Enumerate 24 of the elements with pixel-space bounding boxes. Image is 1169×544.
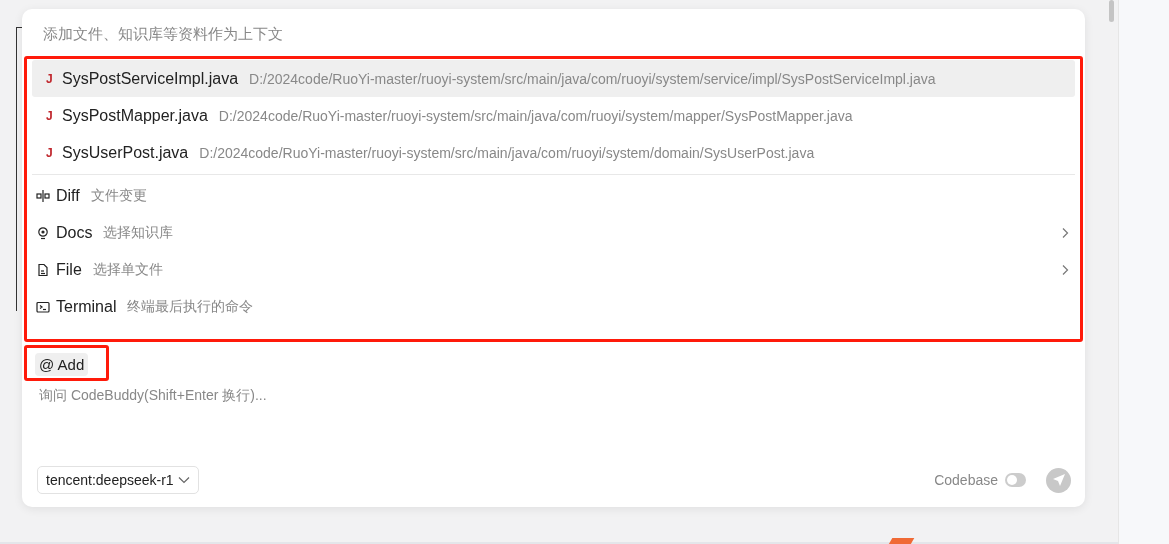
file-icon xyxy=(36,262,50,277)
caret-icon xyxy=(177,476,190,484)
command-item[interactable]: File 选择单文件 xyxy=(32,251,1075,288)
add-context-button[interactable]: @ Add xyxy=(35,353,89,376)
file-item[interactable]: J SysPostServiceImpl.java D:/2024code/RuoYi-master/ruoyi-system/src/main/java/com/ruoyi/system/service/impl/SysPostServiceImpl.java xyxy=(32,60,1075,97)
scrollbar-thumb[interactable] xyxy=(1109,0,1114,22)
codebase-toggle[interactable] xyxy=(1005,473,1026,487)
command-item[interactable]: Diff 文件变更 xyxy=(32,177,1075,214)
file-item[interactable]: J SysUserPost.java D:/2024code/RuoYi-master/ruoyi-system/src/main/java/com/ruoyi/system/domain/SysUserPost.java xyxy=(32,134,1075,171)
diff-icon xyxy=(36,188,50,203)
input-field[interactable]: 询问 CodeBuddy(Shift+Enter 换行)... xyxy=(39,387,1071,403)
command-item[interactable]: Terminal 终端最后执行的命令 xyxy=(32,288,1075,325)
command-item[interactable]: Docs 选择知识库 xyxy=(32,214,1075,251)
java-file-icon: J xyxy=(46,145,62,160)
file-item[interactable]: J SysPostMapper.java D:/2024code/RuoYi-master/ruoyi-system/src/main/java/com/ruoyi/system/mapper/SysPostMapper.java xyxy=(32,97,1075,134)
terminal-icon xyxy=(36,299,50,314)
java-file-icon: J xyxy=(46,108,62,123)
send-button[interactable] xyxy=(1046,467,1071,493)
send-icon xyxy=(1051,473,1066,487)
codebase-label: Codebase xyxy=(934,472,998,488)
model-select[interactable]: tencent:deepseek-r1 xyxy=(37,466,199,494)
context-hint: 添加文件、知识库等资料作为上下文 xyxy=(42,24,284,44)
lightbulb-icon xyxy=(36,225,50,240)
java-file-icon: J xyxy=(46,71,62,86)
